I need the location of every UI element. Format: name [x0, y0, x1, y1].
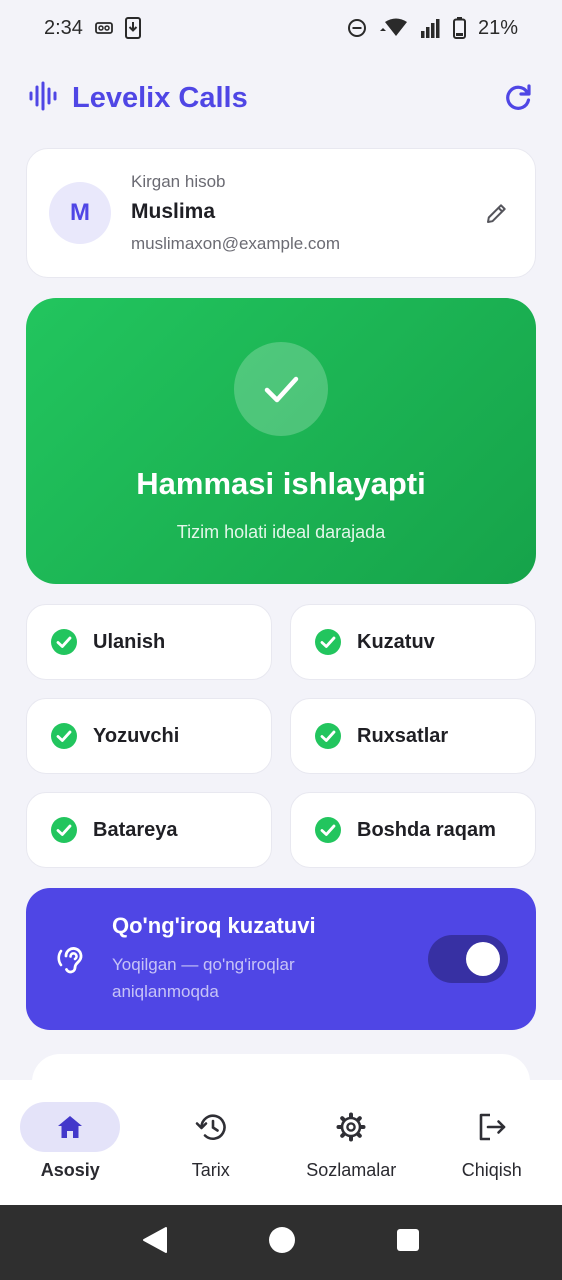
nav-label: Tarix: [191, 1160, 230, 1180]
nav-item-logout[interactable]: Chiqish: [427, 1102, 557, 1205]
app-bar: Levelix Calls: [0, 70, 562, 126]
check-label: Batareya: [93, 818, 178, 841]
check-circle-icon: [315, 723, 341, 749]
nav-indicator: [442, 1102, 542, 1152]
check-circle-icon: [315, 629, 341, 655]
pencil-icon: [487, 204, 506, 223]
gear-icon: [336, 1112, 366, 1142]
recents-button[interactable]: [396, 1228, 420, 1257]
check-label: Ulanish: [93, 630, 166, 653]
system-nav-bar: [0, 1205, 562, 1280]
refresh-button[interactable]: [502, 82, 534, 114]
status-subtitle: Tizim holati ideal darajada: [176, 522, 386, 542]
system-status-card: Hammasi ishlayapti Tizim holati ideal da…: [26, 298, 536, 584]
check-label: Kuzatuv: [357, 630, 435, 653]
nav-item-history[interactable]: Tarix: [146, 1102, 276, 1205]
dnd-icon: [347, 18, 367, 38]
check-circle-icon: [51, 723, 77, 749]
monitoring-subtitle: Yoqilgan — qo'ng'iroqlar aniqlanmoqda: [112, 955, 295, 1001]
nav-item-settings[interactable]: Sozlamalar: [286, 1102, 416, 1205]
check-item: Boshda raqam: [290, 792, 536, 868]
nav-indicator: [301, 1102, 401, 1152]
nav-label: Chiqish: [461, 1160, 522, 1180]
check-item: Batareya: [26, 792, 272, 868]
account-card: M Kirgan hisob Muslima muslimaxon@exampl…: [26, 148, 536, 278]
home-circle-icon: [269, 1227, 295, 1253]
account-email: muslimaxon@example.com: [131, 234, 341, 253]
call-monitoring-card: Qo'ng'iroq kuzatuvi Yoqilgan — qo'ng'iro…: [26, 888, 536, 1030]
monitoring-text: Qo'ng'iroq kuzatuvi Yoqilgan — qo'ng'iro…: [112, 913, 428, 1005]
logout-icon: [479, 1113, 506, 1141]
account-caption: Kirgan hisob: [131, 172, 226, 191]
battery-level: 21%: [477, 16, 518, 39]
nav-indicator: [161, 1102, 261, 1152]
check-item: Ruxsatlar: [290, 698, 536, 774]
back-button[interactable]: [142, 1226, 168, 1259]
check-item: Ulanish: [26, 604, 272, 680]
status-bar: 2:34 21%: [0, 0, 562, 56]
download-icon: [124, 17, 141, 39]
edit-account-button[interactable]: [481, 197, 513, 229]
check-item: Kuzatuv: [290, 604, 536, 680]
ear-icon: [57, 947, 83, 974]
check-circle-icon: [51, 817, 77, 843]
check-label: Ruxsatlar: [357, 724, 449, 747]
signal-icon: [420, 18, 441, 38]
toggle-knob: [466, 942, 500, 976]
account-name: Muslima: [131, 200, 216, 223]
check-item: Yozuvchi: [26, 698, 272, 774]
nav-label: Sozlamalar: [306, 1160, 397, 1180]
check-label: Boshda raqam: [357, 818, 496, 841]
waveform-logo-icon: [28, 81, 58, 116]
nav-indicator: [20, 1102, 121, 1152]
bottom-nav: Asosiy Tarix Sozlamalar Chiqish: [0, 1080, 562, 1205]
nav-item-home[interactable]: Asosiy: [5, 1102, 135, 1205]
monitoring-title: Qo'ng'iroq kuzatuvi: [112, 913, 316, 938]
wifi-icon: [379, 18, 409, 38]
monitoring-toggle[interactable]: [428, 935, 508, 983]
status-time: 2:34: [44, 16, 83, 39]
check-label: Yozuvchi: [93, 724, 180, 747]
app-title: Levelix Calls: [72, 81, 248, 114]
battery-icon: [452, 17, 466, 39]
home-icon: [58, 1116, 83, 1138]
nav-label: Asosiy: [40, 1160, 100, 1180]
check-circle-icon: [315, 817, 341, 843]
back-icon: [143, 1227, 167, 1253]
refresh-icon: [506, 84, 531, 110]
recents-square-icon: [397, 1229, 419, 1251]
status-title: Hammasi ishlayapti: [136, 466, 426, 501]
avatar: M: [49, 182, 111, 244]
status-check-icon: [234, 342, 328, 436]
voicemail-icon: [95, 21, 113, 35]
checks-grid: Ulanish Kuzatuv Yozuvchi Ruxsatlar Batar…: [26, 604, 536, 868]
check-circle-icon: [51, 629, 77, 655]
home-system-button[interactable]: [268, 1226, 296, 1259]
history-icon: [195, 1114, 226, 1141]
account-info: Kirgan hisob Muslima muslimaxon@example.…: [131, 172, 481, 254]
